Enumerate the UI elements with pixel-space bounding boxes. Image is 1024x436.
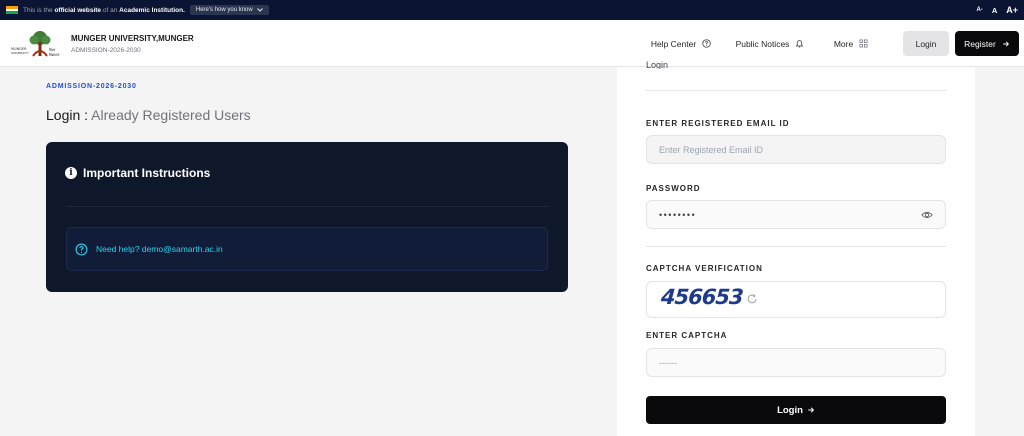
chevron-down-icon [256,8,263,12]
arrow-right-icon [1003,40,1009,47]
password-label: PASSWORD [646,184,701,193]
instructions-divider [66,206,548,207]
font-increase-button[interactable]: A+ [1006,5,1018,15]
bell-icon [795,40,804,48]
enter-captcha-label: ENTER CAPTCHA [646,331,728,340]
captcha-box: 456653 [646,281,946,318]
password-field [646,200,946,229]
eye-icon[interactable] [921,209,933,221]
login-submit-label: Login [777,404,803,416]
how-you-know-label: Here's how you know [195,7,253,13]
form-divider-mid [646,246,946,247]
gov-text-institution: Academic Institution. [119,6,185,14]
help-box: Need help? demo@samarth.ac.in [66,227,548,271]
more-menu-button[interactable]: More [824,31,878,56]
public-notices-label: Public Notices [735,38,790,49]
register-button[interactable]: Register [955,31,1019,56]
gov-text-official: official website [54,6,102,14]
refresh-icon[interactable] [746,293,758,305]
india-flag-icon [6,6,18,15]
header-login-label: Login [915,38,937,49]
more-label: More [833,38,854,49]
gov-text-prefix: This is the [23,6,53,14]
gov-banner: This is the official website of an Acade… [0,0,1024,20]
captcha-image: 456653 [660,285,744,309]
instructions-title-text: Important Instructions [83,166,211,180]
font-size-controls: A- A A+ [976,0,1018,20]
svg-text:विद्यालय: विद्यालय [49,52,60,57]
register-label: Register [964,38,996,49]
login-submit-button[interactable]: Login [646,396,946,424]
login-form-panel: Login ENTER REGISTERED EMAIL ID PASSWORD… [617,61,975,436]
header-login-button[interactable]: Login [903,31,949,56]
captcha-input[interactable] [646,348,946,377]
instructions-card: i Important Instructions Need help? demo… [46,142,568,292]
email-label: ENTER REGISTERED EMAIL ID [646,119,790,128]
question-circle-icon [702,39,711,48]
captcha-label: CAPTCHA VERIFICATION [646,264,763,273]
password-input[interactable] [647,201,907,228]
svg-text:विश्व: विश्व [49,47,55,52]
form-divider-top [646,90,946,91]
email-input[interactable] [646,135,946,164]
site-header: MUNGER UNIVERSITY विश्व विद्यालय MUNGER … [0,20,1024,67]
grid-icon [859,39,868,48]
font-normal-button[interactable]: A [992,6,997,15]
info-icon: i [65,167,77,179]
question-circle-icon [75,243,88,255]
university-name: MUNGER UNIVERSITY,MUNGER [71,34,194,43]
instructions-title: i Important Instructions [65,166,210,180]
university-logo-icon[interactable]: MUNGER UNIVERSITY विश्व विद्यालय [9,29,65,59]
admission-subtitle: ADMISSION-2026-2030 [71,47,141,54]
help-email-link[interactable]: Need help? demo@samarth.ac.in [96,244,223,254]
gov-text-mid: of an [102,6,118,14]
public-notices-button[interactable]: Public Notices [729,31,811,56]
font-decrease-button[interactable]: A- [976,7,982,13]
admission-label: ADMISSION-2026-2030 [46,83,137,90]
gov-banner-text: This is the official website of an Acade… [23,7,185,14]
page-title-rest: Already Registered Users [91,107,251,123]
svg-text:UNIVERSITY: UNIVERSITY [11,51,29,55]
help-center-label: Help Center [650,38,697,49]
page-title-prefix: Login : [46,107,89,123]
page-title: Login : Already Registered Users [46,107,251,123]
help-center-button[interactable]: Help Center [644,31,718,56]
arrow-right-icon [808,407,815,413]
form-heading: Login [646,61,669,69]
how-you-know-button[interactable]: Here's how you know [189,5,269,15]
